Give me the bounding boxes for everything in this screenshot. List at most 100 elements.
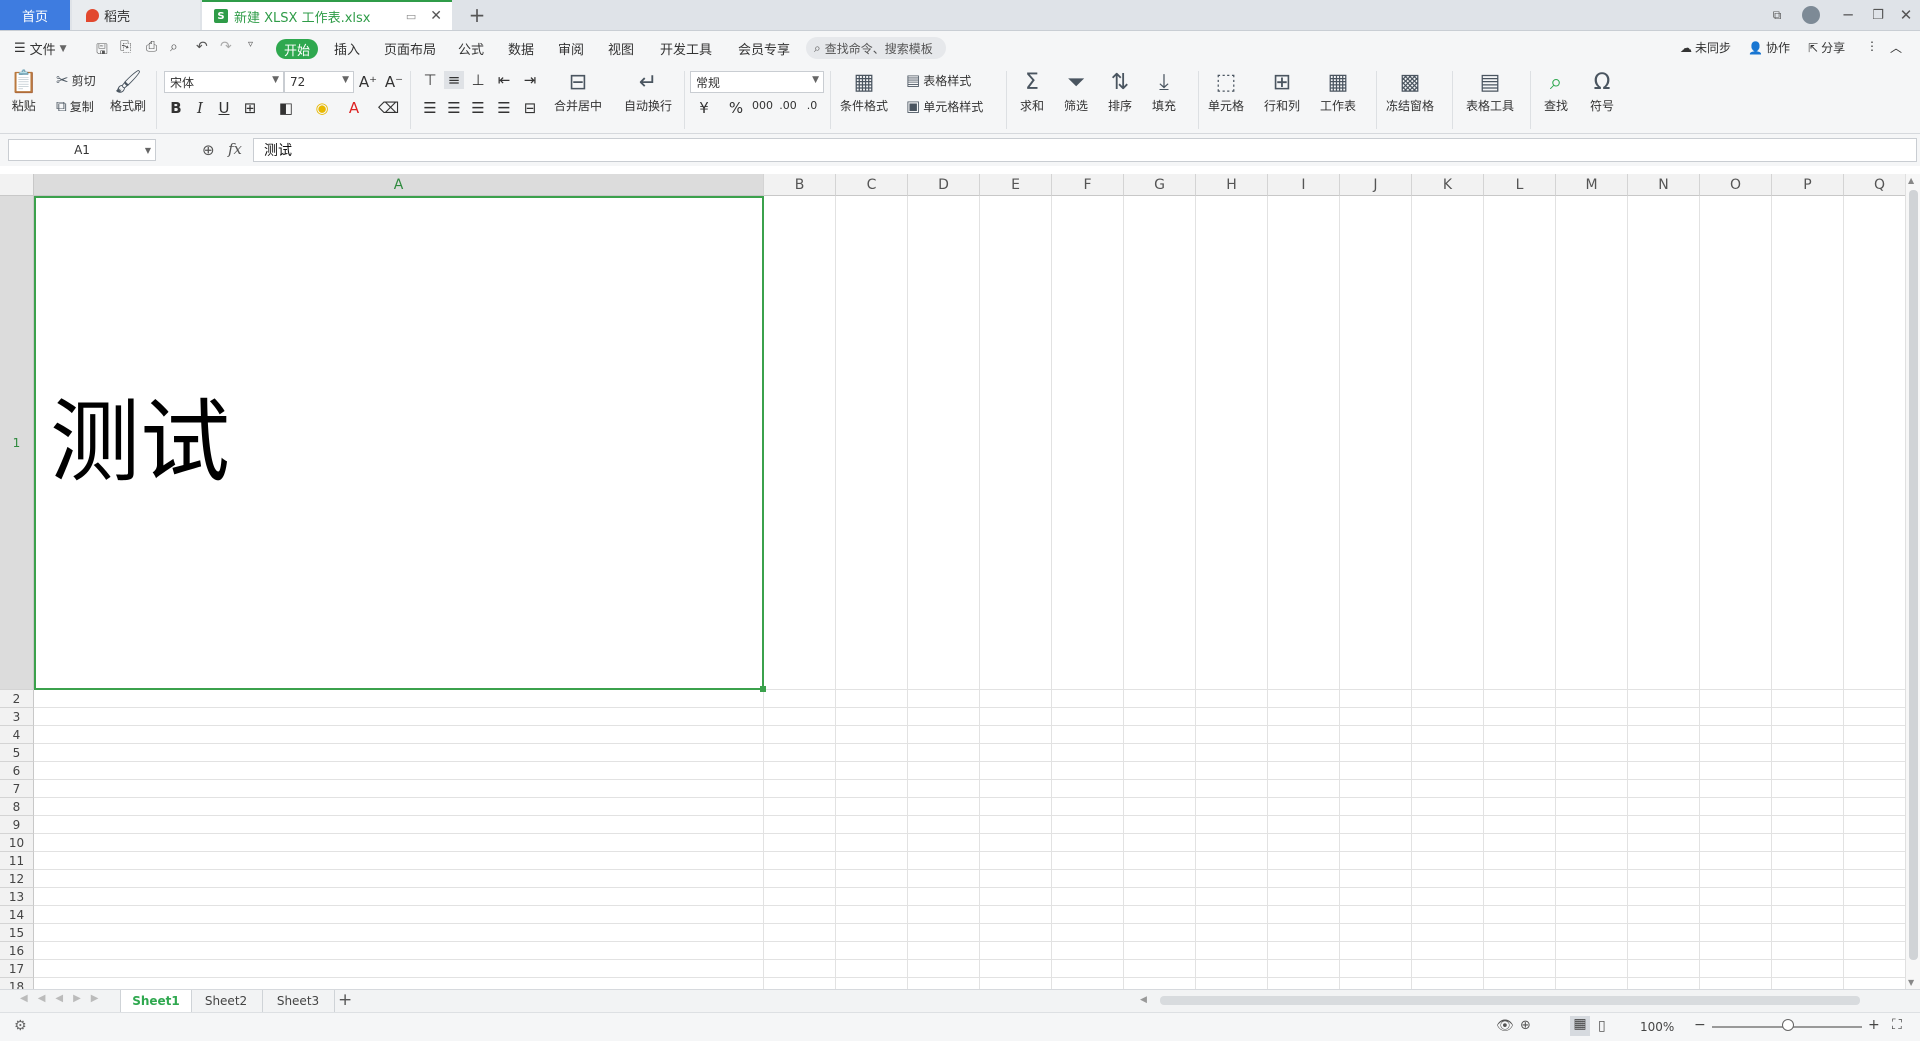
scroll-thumb[interactable] [1909,190,1918,960]
zoom-out-icon[interactable]: − [1694,1017,1706,1033]
cell-a1-selected[interactable]: 测试 [34,196,766,692]
fullscreen-icon[interactable]: ⛶ [1892,1017,1902,1033]
menu-tab-member[interactable]: 会员专享 [738,39,790,58]
format-painter-button[interactable]: 🖌 格式刷 [110,69,146,114]
zoom-in-icon[interactable]: + [1868,1017,1880,1033]
align-bottom-icon[interactable]: ⊥ [468,71,488,89]
row-header-16[interactable]: 16 [0,942,34,960]
page-view-icon[interactable]: ▯ [1598,1018,1606,1034]
input-method-icon[interactable]: ⊕ [1520,1018,1531,1033]
column-header-c[interactable]: C [836,174,908,196]
customize-toolbar-icon[interactable]: ▿ [248,39,253,50]
row-header-3[interactable]: 3 [0,708,34,726]
cell-style-button[interactable]: ▣ 单元格样式 [906,97,983,115]
row-header-7[interactable]: 7 [0,780,34,798]
file-menu[interactable]: ☰ 文件 ▼ [14,39,67,58]
currency-icon[interactable]: ¥ [694,99,714,117]
zoom-formula-icon[interactable]: ⊕ [202,141,215,159]
undo-icon[interactable]: ↶ [196,39,208,55]
scroll-down-icon[interactable]: ▼ [1908,978,1914,987]
sync-status[interactable]: ☁ 未同步 [1680,39,1731,56]
align-left-icon[interactable]: ☰ [420,99,440,117]
sheet-tab-3[interactable]: Sheet3 [262,990,335,1012]
freeze-panes-button[interactable]: ▩ 冻结窗格 [1386,69,1434,114]
row-header-11[interactable]: 11 [0,852,34,870]
fill-color-icon[interactable]: ◧ [276,99,296,117]
row-header-14[interactable]: 14 [0,906,34,924]
redo-icon[interactable]: ↷ [220,39,232,55]
border-icon[interactable]: ⊞ [240,99,260,117]
sheet-tab-2[interactable]: Sheet2 [190,990,263,1012]
column-header-m[interactable]: M [1556,174,1628,196]
font-name-select[interactable]: 宋体 ▼ [164,71,284,93]
window-layout-icon[interactable]: ⧉ [1766,4,1788,26]
column-header-j[interactable]: J [1340,174,1412,196]
thousands-icon[interactable]: 000 [752,99,773,112]
share-button[interactable]: ⇱ 分享 [1808,39,1845,56]
row-header-5[interactable]: 5 [0,744,34,762]
auto-wrap-button[interactable]: ↵ 自动换行 [624,69,672,114]
column-header-k[interactable]: K [1412,174,1484,196]
vertical-scrollbar[interactable]: ▲ ▼ [1905,174,1920,989]
select-all-corner[interactable] [0,174,34,196]
avatar[interactable] [1800,4,1822,26]
decrease-decimal-icon[interactable]: .0 [802,99,822,112]
clear-format-icon[interactable]: ⌫ [378,99,399,117]
indent-increase-icon[interactable]: ⇥ [520,71,540,89]
table-style-button[interactable]: ▤ 表格样式 [906,71,971,89]
row-header-6[interactable]: 6 [0,762,34,780]
column-header-b[interactable]: B [764,174,836,196]
menu-tab-review[interactable]: 审阅 [558,39,584,58]
column-header-h[interactable]: H [1196,174,1268,196]
align-top-icon[interactable]: ⊤ [420,71,440,89]
export-icon[interactable]: ⎘ [120,39,131,55]
row-header-12[interactable]: 12 [0,870,34,888]
column-header-d[interactable]: D [908,174,980,196]
conditional-format-button[interactable]: ▦ 条件格式 [840,69,888,114]
print-preview-icon[interactable]: ⌕ [170,39,178,55]
font-color-icon[interactable]: A [344,99,364,117]
column-header-q[interactable]: Q [1844,174,1905,196]
scroll-up-icon[interactable]: ▲ [1908,176,1914,185]
normal-view-icon[interactable]: ▦ [1570,1016,1590,1036]
row-header-17[interactable]: 17 [0,960,34,978]
distribute-icon[interactable]: ⊟ [520,99,540,117]
sort-button[interactable]: ⇅ 排序 [1108,69,1132,114]
column-header-l[interactable]: L [1484,174,1556,196]
name-box[interactable]: A1 ▼ [8,139,156,161]
paste-button[interactable]: 📋 粘贴 [10,69,37,114]
collapse-ribbon-icon[interactable]: ︿ [1890,39,1902,56]
find-button[interactable]: ⌕ 查找 [1544,69,1568,114]
row-header-1[interactable]: 1 [0,196,34,690]
table-tools-button[interactable]: ▤ 表格工具 [1466,69,1514,114]
justify-icon[interactable]: ☰ [494,99,514,117]
zoom-level[interactable]: 100% [1640,1020,1674,1034]
collab-button[interactable]: 👤 协作 [1748,39,1790,56]
symbol-button[interactable]: Ω 符号 [1590,69,1614,114]
tab-document[interactable]: S 新建 XLSX 工作表.xlsx ▭ ✕ [202,0,452,30]
horizontal-scroll-thumb[interactable] [1160,996,1860,1005]
filter-button[interactable]: ⏷ 筛选 [1064,69,1088,114]
copy-button[interactable]: ⧉ 复制 [56,97,94,115]
restore-icon[interactable]: ❐ [1866,4,1890,26]
column-header-f[interactable]: F [1052,174,1124,196]
sum-button[interactable]: Σ 求和 [1020,69,1044,114]
menu-tab-page-layout[interactable]: 页面布局 [384,39,436,58]
row-header-18[interactable]: 18 [0,978,34,989]
decrease-font-icon[interactable]: A⁻ [384,73,404,91]
align-center-icon[interactable]: ☰ [444,99,464,117]
increase-decimal-icon[interactable]: .00 [778,99,798,112]
font-size-select[interactable]: 72 ▼ [284,71,354,93]
indent-decrease-icon[interactable]: ⇤ [494,71,514,89]
formula-input[interactable]: 测试 [253,138,1917,162]
column-header-p[interactable]: P [1772,174,1844,196]
align-right-icon[interactable]: ☰ [468,99,488,117]
highlight-icon[interactable]: ◉ [312,99,332,117]
minimize-icon[interactable]: ─ [1836,4,1860,26]
cells-button[interactable]: ⬚ 单元格 [1208,69,1244,114]
add-sheet-icon[interactable]: + [338,990,352,1010]
macro-icon[interactable]: ⚙ [14,1018,27,1034]
fill-handle[interactable] [760,686,766,692]
close-window-icon[interactable]: ✕ [1894,4,1918,26]
fill-button[interactable]: ⤓ 填充 [1152,69,1176,114]
